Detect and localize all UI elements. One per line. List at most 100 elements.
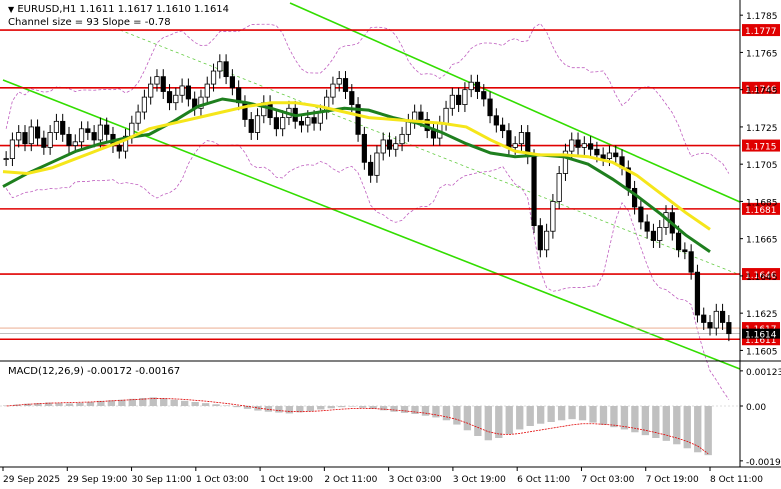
candle-body	[606, 152, 613, 159]
candle-body	[544, 230, 550, 251]
candle-body	[342, 78, 349, 92]
candle-body	[368, 161, 374, 176]
macd-bar	[537, 406, 545, 424]
candle-body	[361, 133, 367, 163]
macd-bar	[411, 406, 419, 414]
macd-bar	[285, 406, 294, 414]
price-tick-label: 1.1605	[746, 347, 778, 357]
candle-body	[34, 126, 41, 139]
candle-body	[47, 132, 53, 148]
candle-body	[657, 227, 663, 241]
candle-body	[644, 221, 650, 232]
price-tick-label: 1.1725	[746, 124, 778, 134]
macd-bar	[317, 406, 325, 410]
candle-body	[91, 132, 97, 141]
macd-bar	[390, 406, 398, 412]
macd-bar	[400, 406, 409, 413]
candle-body	[349, 91, 355, 105]
macd-bar	[201, 403, 210, 406]
price-tick-label: 1.1765	[746, 49, 778, 59]
candle-body	[166, 91, 173, 104]
channel-info: Channel size = 93 Slope = -0.78	[8, 17, 171, 28]
candle-body	[726, 322, 732, 335]
candle-body	[613, 152, 619, 158]
candle-body	[512, 143, 518, 148]
candle-body	[330, 83, 336, 98]
time-tick-label: 8 Oct 11:00	[710, 475, 763, 485]
channel-upper-line	[289, 2, 741, 203]
candle-body	[418, 111, 424, 120]
macd-tick-label: 0.00123	[746, 368, 781, 378]
macd-bar	[599, 406, 608, 425]
macd-bar	[589, 406, 597, 423]
macd-bar	[484, 406, 492, 441]
candle-body	[638, 206, 644, 223]
candle-body	[229, 76, 235, 89]
candle-body	[386, 139, 393, 150]
candle-body	[28, 126, 34, 145]
candle-body	[210, 70, 217, 85]
candle-body	[160, 76, 166, 92]
macd-bar	[463, 406, 472, 431]
candle-body	[129, 122, 135, 137]
macd-bar	[662, 406, 670, 441]
macd-tick-label: -0.00192	[746, 458, 781, 468]
macd-bar	[222, 405, 231, 407]
price-tick-label: 1.1685	[746, 198, 778, 208]
candle-body	[581, 143, 587, 148]
price-tick-label: 1.1785	[746, 12, 778, 22]
candle-body	[575, 139, 581, 148]
price-tick-label: 1.1665	[746, 236, 778, 246]
candle-body	[682, 249, 688, 253]
price-tick-label: 1.1645	[746, 273, 778, 283]
candle-body	[148, 83, 154, 98]
candle-body	[154, 76, 160, 85]
time-tick-label: 3 Oct 03:00	[389, 475, 442, 485]
candle-body	[311, 117, 317, 124]
macd-bar	[421, 406, 430, 416]
candle-body	[204, 83, 210, 98]
macd-bar	[327, 406, 335, 409]
macd-bar	[379, 406, 388, 411]
candle-body	[594, 148, 600, 156]
candle-body	[41, 137, 47, 148]
candle-body	[141, 96, 148, 113]
macd-bar	[181, 400, 189, 406]
macd-bar	[474, 406, 482, 436]
level-price-label: 1.1715	[745, 143, 777, 153]
macd-bar	[694, 406, 702, 453]
candle-body	[273, 117, 279, 130]
candle-body	[506, 130, 512, 148]
macd-bar	[704, 406, 712, 456]
candle-body	[78, 128, 85, 143]
macd-bar	[526, 406, 534, 426]
candle-body	[280, 117, 286, 130]
macd-bar	[683, 406, 691, 449]
macd-bar	[359, 406, 367, 408]
time-tick-label: 7 Oct 03:00	[581, 475, 634, 485]
time-tick-label: 30 Sep 11:00	[132, 475, 192, 485]
candle-body	[66, 133, 72, 146]
macd-tick-label: 0.00	[746, 403, 766, 413]
candle-body	[305, 117, 311, 126]
collapse-triangle-icon[interactable]: ▼	[8, 5, 14, 14]
candle-body	[173, 94, 179, 104]
macd-bar	[338, 406, 346, 408]
candle-body	[719, 310, 726, 323]
time-tick-label: 7 Oct 19:00	[646, 475, 699, 485]
candle-body	[9, 139, 16, 159]
level-lines: 1.17771.17461.17151.16811.16461.16111.16…	[0, 24, 780, 346]
macd-bar	[568, 406, 576, 420]
candle-body	[631, 187, 638, 208]
candle-body	[449, 94, 455, 109]
macd-bar	[610, 406, 618, 428]
candle-body	[399, 133, 405, 145]
candle-body	[550, 201, 556, 232]
macd-bar	[453, 406, 461, 425]
candle-body	[85, 128, 91, 133]
candle-body	[405, 120, 411, 135]
time-tick-label: 29 Sep 2025	[3, 475, 60, 485]
macd-bar	[505, 406, 513, 434]
candle-body	[462, 89, 468, 105]
candle-body	[72, 141, 78, 146]
